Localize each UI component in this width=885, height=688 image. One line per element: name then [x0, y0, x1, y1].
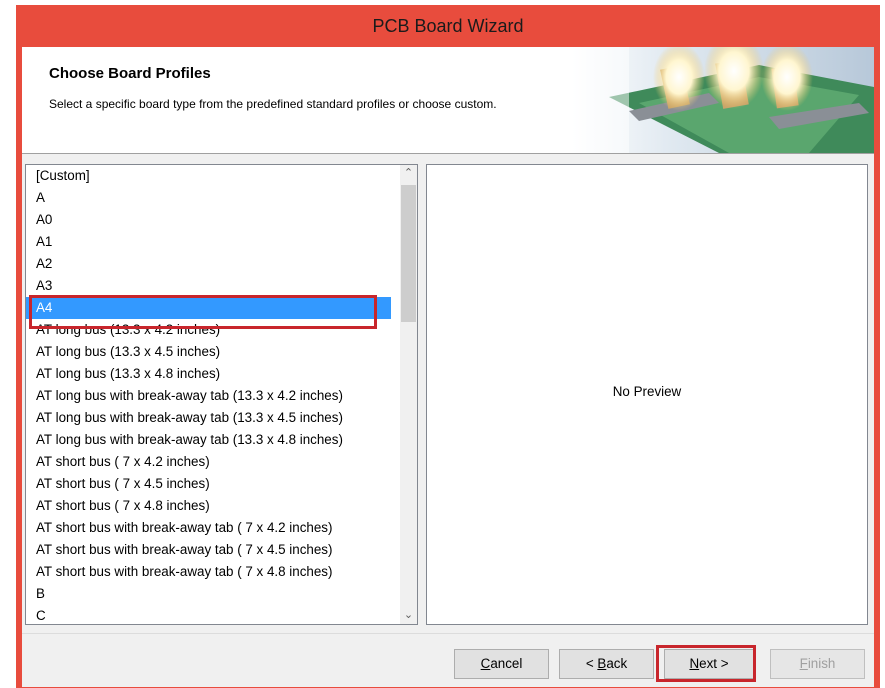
cancel-accel: C — [480, 656, 491, 671]
finish-button[interactable]: Finish — [770, 649, 865, 679]
list-scrollbar[interactable]: ⌃ ⌄ — [400, 165, 417, 624]
wizard-content: [Custom] A A0 A1 A2 A3 A4 AT long bus (13.3 x 4… — [22, 154, 874, 633]
title-bar[interactable]: PCB Board Wizard — [16, 5, 880, 47]
list-item[interactable]: AT short bus ( 7 x 4.8 inches) — [26, 495, 391, 517]
finish-accel: F — [799, 656, 808, 671]
list-item[interactable]: A3 — [26, 275, 391, 297]
list-item[interactable]: A — [26, 187, 391, 209]
list-item[interactable]: AT short bus ( 7 x 4.2 inches) — [26, 451, 391, 473]
wizard-body: Choose Board Profiles Select a specific … — [22, 47, 874, 687]
window-title: PCB Board Wizard — [372, 16, 524, 36]
wizard-window: PCB Board Wizard Choose Board Profiles S… — [16, 5, 880, 688]
scrollbar-thumb[interactable] — [401, 185, 416, 322]
list-item-selected[interactable]: A4 — [26, 297, 391, 319]
back-prefix: < — [585, 656, 598, 671]
back-button[interactable]: < Back — [559, 649, 654, 679]
list-item[interactable]: A2 — [26, 253, 391, 275]
list-item[interactable]: AT short bus with break-away tab ( 7 x 4… — [26, 517, 391, 539]
page-description: Select a specific board type from the pr… — [49, 97, 497, 111]
list-item[interactable]: AT long bus (13.3 x 4.5 inches) — [26, 341, 391, 363]
list-item[interactable]: AT long bus with break-away tab (13.3 x … — [26, 429, 391, 451]
list-item[interactable]: AT long bus (13.3 x 4.2 inches) — [26, 319, 391, 341]
chevron-down-icon[interactable]: ⌄ — [400, 607, 417, 624]
next-accel: N — [689, 656, 700, 671]
list-item[interactable]: A0 — [26, 209, 391, 231]
page-title: Choose Board Profiles — [49, 65, 211, 82]
list-item[interactable]: AT long bus with break-away tab (13.3 x … — [26, 407, 391, 429]
list-item[interactable]: AT short bus with break-away tab ( 7 x 4… — [26, 539, 391, 561]
pcb-banner-image — [569, 47, 874, 153]
next-button[interactable]: Next > — [664, 649, 754, 679]
list-item[interactable]: AT long bus (13.3 x 4.8 inches) — [26, 363, 391, 385]
list-item[interactable]: AT short bus ( 7 x 4.5 inches) — [26, 473, 391, 495]
list-item[interactable]: AT long bus with break-away tab (13.3 x … — [26, 385, 391, 407]
board-profile-items: [Custom] A A0 A1 A2 A3 A4 AT long bus (13.3 x 4… — [26, 165, 391, 624]
board-preview-panel: No Preview — [426, 164, 868, 625]
cancel-label: ancel — [490, 656, 523, 671]
list-item[interactable]: C — [26, 605, 391, 624]
list-item[interactable]: [Custom] — [26, 165, 391, 187]
preview-placeholder: No Preview — [612, 384, 682, 399]
chevron-up-icon[interactable]: ⌃ — [400, 165, 417, 182]
wizard-footer: Cancel < Back Next > Finish — [22, 633, 874, 687]
list-item[interactable]: A1 — [26, 231, 391, 253]
next-label: ext > — [699, 656, 729, 671]
board-profile-list[interactable]: [Custom] A A0 A1 A2 A3 A4 AT long bus (13.3 x 4… — [25, 164, 418, 625]
finish-label: inish — [807, 656, 836, 671]
back-label: ack — [606, 656, 628, 671]
wizard-header: Choose Board Profiles Select a specific … — [22, 47, 874, 154]
list-item[interactable]: B — [26, 583, 391, 605]
back-accel: B — [597, 656, 607, 671]
list-item[interactable]: AT short bus with break-away tab ( 7 x 4… — [26, 561, 391, 583]
cancel-button[interactable]: Cancel — [454, 649, 549, 679]
